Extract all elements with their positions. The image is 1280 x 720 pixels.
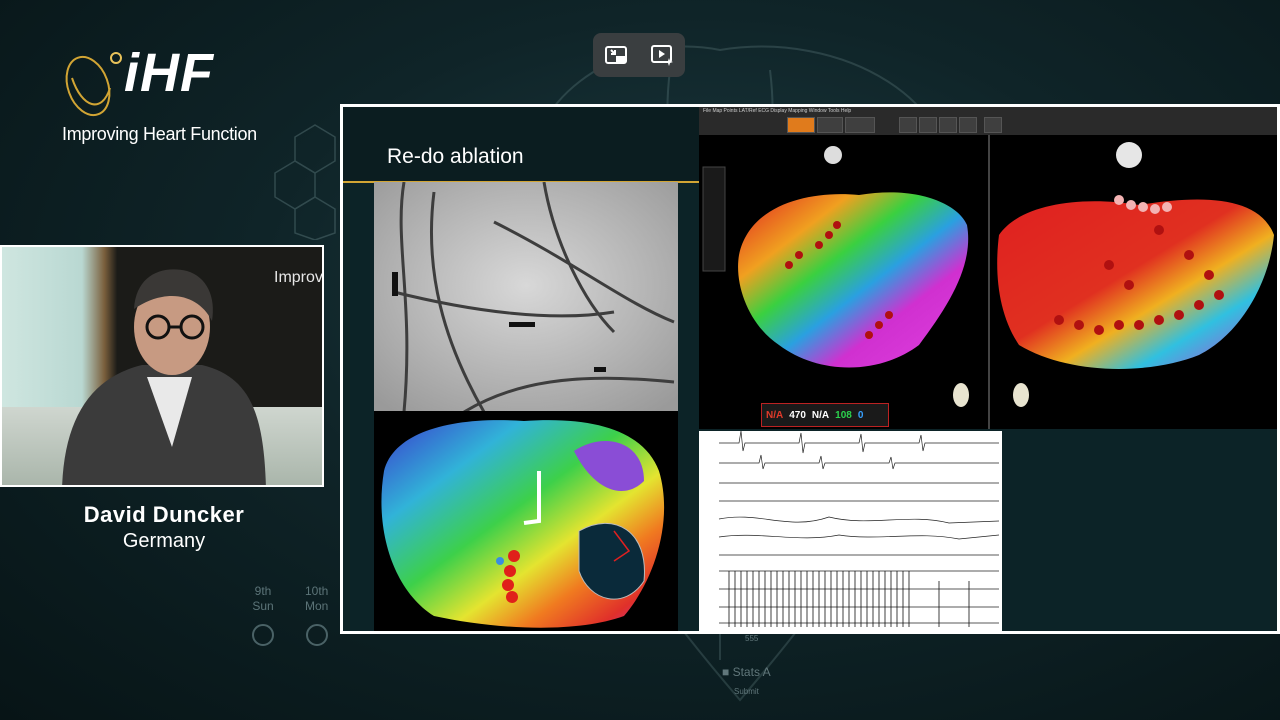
exit-fullscreen-icon bbox=[605, 46, 627, 64]
presentation-slide: Re-do ablation File Map Points LAT/Ref E… bbox=[340, 104, 1280, 634]
stat-value: 470 bbox=[789, 409, 806, 421]
stat-value: N/A bbox=[766, 409, 784, 421]
ecg-tracing bbox=[699, 431, 1002, 631]
date-item-1: 9th Sun bbox=[252, 584, 274, 646]
video-enhance-button[interactable] bbox=[644, 37, 680, 73]
date-day: 10th bbox=[305, 584, 329, 598]
date-weekday: Sun bbox=[252, 599, 274, 613]
logo-wordmark: iHF bbox=[124, 43, 214, 103]
speaker-video: Improv bbox=[0, 245, 324, 487]
stat-value: N/A bbox=[811, 409, 830, 421]
stat-value: 108 bbox=[835, 409, 852, 421]
carto-ablation-tab[interactable] bbox=[817, 117, 843, 133]
video-sparkle-icon bbox=[651, 45, 673, 66]
fluoroscopy-image bbox=[374, 182, 678, 412]
carto-tab[interactable] bbox=[845, 117, 875, 133]
background-submit: Submit bbox=[734, 687, 759, 696]
background-number: 555 bbox=[745, 634, 759, 643]
date-weekday: Mon bbox=[305, 599, 329, 613]
exit-fullscreen-button[interactable] bbox=[598, 37, 634, 73]
date-ring-icon bbox=[252, 624, 274, 646]
speaker-figure bbox=[62, 269, 266, 485]
carto-stats-box: N/A 470 N/A 108 0 bbox=[761, 403, 889, 427]
ihf-logo: iHF Improving Heart Function bbox=[62, 43, 272, 148]
carto-tool-button[interactable] bbox=[939, 117, 957, 133]
carto-tool-button[interactable] bbox=[959, 117, 977, 133]
logo-tagline: Improving Heart Function bbox=[62, 124, 257, 144]
stat-value: 0 bbox=[857, 409, 864, 421]
video-toolbar bbox=[593, 33, 685, 77]
heart-logo-icon bbox=[65, 52, 122, 117]
carto-3d-maps bbox=[702, 135, 1274, 429]
speaker-country: Germany bbox=[122, 530, 206, 552]
date-ring-icon bbox=[305, 624, 328, 646]
slide-title: Re-do ablation bbox=[387, 145, 524, 168]
carto-tool-button[interactable] bbox=[919, 117, 937, 133]
carto-mapping-window: File Map Points LAT/Ref ECG Display Mapp… bbox=[699, 107, 1277, 429]
date-day: 9th bbox=[254, 584, 272, 598]
speaker-name: David Duncker bbox=[83, 502, 245, 527]
carto-tool-button[interactable] bbox=[984, 117, 1002, 133]
date-item-2: 10th Mon bbox=[305, 584, 328, 646]
carto-tool-button[interactable] bbox=[899, 117, 917, 133]
background-stats-label: ■ Stats A bbox=[722, 665, 771, 679]
carto-mapping-tab[interactable] bbox=[787, 117, 815, 133]
slide-title-bar: Re-do ablation bbox=[343, 107, 699, 183]
activation-map-left bbox=[374, 411, 678, 631]
carto-menu-text: File Map Points LAT/Ref ECG Display Mapp… bbox=[703, 108, 852, 114]
